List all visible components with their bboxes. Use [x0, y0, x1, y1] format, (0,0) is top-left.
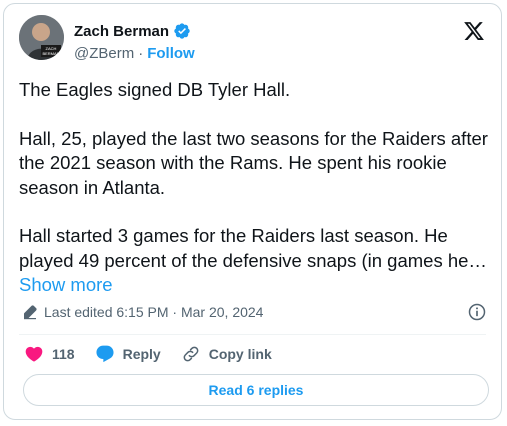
separator-dot: ·	[138, 45, 144, 62]
divider	[19, 334, 486, 335]
like-button[interactable]: 118	[24, 344, 75, 364]
edited-timestamp-row[interactable]: Last edited 6:15 PM · Mar 20, 2024	[22, 304, 263, 320]
x-logo-icon[interactable]	[463, 20, 485, 42]
svg-text:BERMAN: BERMAN	[42, 51, 59, 56]
like-count: 118	[52, 346, 75, 362]
follow-button[interactable]: Follow	[147, 45, 195, 62]
show-more-link[interactable]: Show more	[19, 274, 113, 295]
info-icon[interactable]	[467, 302, 487, 322]
action-bar: 118 Reply Copy link	[24, 344, 292, 364]
copy-link-button[interactable]: Copy link	[181, 344, 272, 364]
tweet-paragraph-3: Hall started 3 games for the Raiders las…	[19, 224, 489, 298]
pencil-icon	[24, 305, 37, 320]
tweet-paragraph-3-text: Hall started 3 games for the Raiders las…	[19, 225, 487, 271]
author-handle[interactable]: @ZBerm	[74, 45, 134, 62]
tweet-paragraph-2: Hall, 25, played the last two seasons fo…	[19, 127, 488, 198]
read-replies-label: Read 6 replies	[208, 382, 304, 398]
read-replies-button[interactable]: Read 6 replies	[23, 374, 489, 406]
avatar[interactable]: ZACH BERMAN	[19, 15, 64, 60]
tweet-text: The Eagles signed DB Tyler Hall. Hall, 2…	[19, 78, 489, 298]
link-icon	[183, 346, 199, 362]
copy-link-label: Copy link	[208, 346, 272, 362]
verified-badge-icon	[174, 23, 190, 39]
tweet-paragraph-1: The Eagles signed DB Tyler Hall.	[19, 79, 291, 100]
edited-timestamp: Last edited 6:15 PM · Mar 20, 2024	[44, 304, 264, 320]
author-name[interactable]: Zach Berman	[74, 23, 169, 40]
reply-bubble-icon	[96, 345, 114, 363]
tweet-card: ZACH BERMAN Zach Berman @ZBerm · Follow …	[3, 3, 502, 420]
reply-button[interactable]: Reply	[95, 344, 161, 364]
author-name-row: Zach Berman	[74, 22, 191, 40]
avatar-image: ZACH BERMAN	[19, 15, 64, 60]
reply-label: Reply	[122, 346, 161, 362]
heart-icon	[25, 346, 43, 362]
author-handle-row: @ZBerm · Follow	[74, 45, 195, 62]
